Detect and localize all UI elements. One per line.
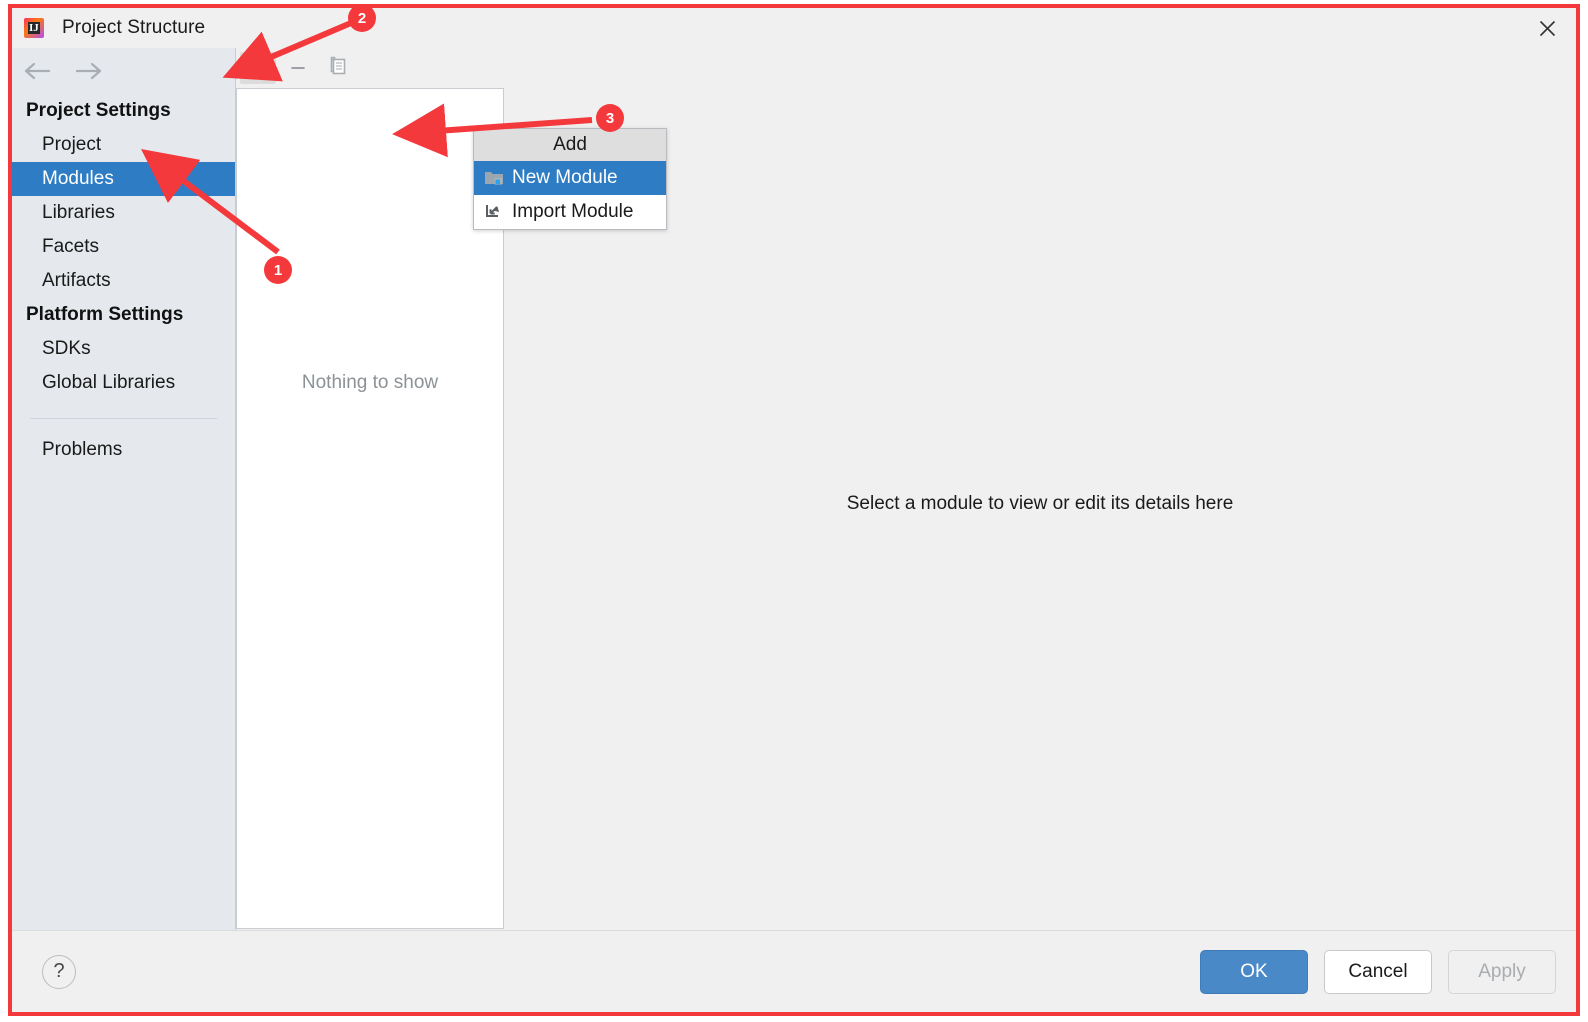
sidebar-nav-row	[12, 48, 235, 94]
add-popup-menu: Add New Module Import Module	[473, 128, 667, 230]
dialog-body: Project Settings Project Modules Librari…	[12, 48, 1576, 930]
dialog-footer: ? OK Cancel Apply	[12, 930, 1576, 1012]
sidebar-item-libraries[interactable]: Libraries	[12, 196, 235, 230]
arrow-right-icon[interactable]	[74, 57, 104, 85]
plus-icon: +	[250, 52, 266, 83]
title-bar: IJ Project Structure	[12, 8, 1576, 48]
screenshot-root: IJ Project Structure Project Settings Pr…	[0, 0, 1588, 1022]
footer-button-group: OK Cancel Apply	[1200, 949, 1556, 994]
module-list[interactable]: Nothing to show	[236, 88, 504, 929]
menu-item-import-module[interactable]: Import Module	[474, 195, 666, 229]
menu-item-new-module[interactable]: New Module	[474, 161, 666, 195]
close-icon[interactable]	[1532, 14, 1562, 42]
settings-sidebar: Project Settings Project Modules Librari…	[12, 48, 236, 930]
sidebar-item-artifacts[interactable]: Artifacts	[12, 264, 235, 298]
sidebar-group-project-settings: Project Settings	[26, 100, 171, 121]
intellij-idea-icon: IJ	[24, 18, 44, 38]
page-title: Project Structure	[62, 17, 206, 38]
empty-list-message: Nothing to show	[301, 372, 439, 393]
sidebar-item-problems[interactable]: Problems	[12, 433, 235, 467]
detail-placeholder-message: Select a module to view or edit its deta…	[846, 493, 1234, 514]
sidebar-item-project[interactable]: Project	[12, 128, 235, 162]
content-area: + − Nothing to show Select a module to v…	[236, 48, 1576, 930]
cancel-button[interactable]: Cancel	[1324, 949, 1432, 994]
sidebar-item-sdks[interactable]: SDKs	[12, 332, 235, 366]
sidebar-item-global-libraries[interactable]: Global Libraries	[12, 366, 235, 400]
sidebar-item-facets[interactable]: Facets	[12, 230, 235, 264]
menu-item-label: Import Module	[512, 201, 634, 222]
module-list-column: + − Nothing to show	[236, 48, 504, 930]
sidebar-group-platform-settings: Platform Settings	[26, 304, 184, 325]
apply-button: Apply	[1448, 949, 1556, 994]
copy-icon	[327, 55, 349, 82]
remove-module-button[interactable]: −	[280, 52, 316, 84]
popup-menu-header: Add	[474, 129, 666, 161]
minus-icon: −	[290, 52, 306, 83]
help-icon[interactable]: ?	[42, 954, 76, 989]
import-module-icon	[484, 203, 504, 221]
sidebar-item-modules[interactable]: Modules	[12, 162, 235, 196]
module-list-toolbar: + −	[236, 48, 504, 88]
add-module-button[interactable]: +	[240, 52, 276, 84]
help-label: ?	[53, 960, 65, 982]
ok-button[interactable]: OK	[1200, 949, 1308, 994]
project-structure-dialog: IJ Project Structure Project Settings Pr…	[12, 8, 1576, 1012]
copy-module-button[interactable]	[320, 52, 356, 84]
menu-item-label: New Module	[512, 167, 618, 188]
arrow-left-icon[interactable]	[22, 57, 52, 85]
new-module-folder-icon	[484, 169, 504, 187]
